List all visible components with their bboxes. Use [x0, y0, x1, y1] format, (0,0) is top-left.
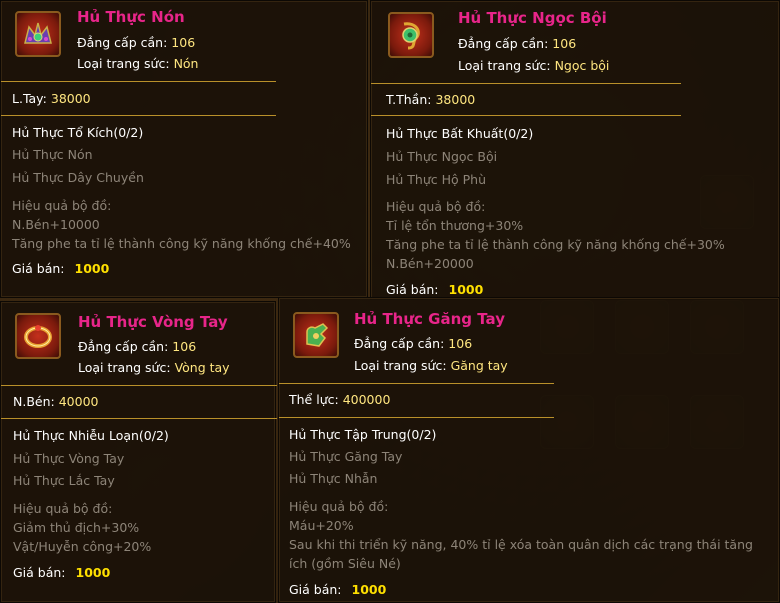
- glove-icon: [293, 312, 339, 358]
- set-effects-label: Hiệu quả bộ đồ:: [13, 501, 113, 516]
- divider: [1, 385, 277, 386]
- sell-price: Giá bán: 1000: [386, 282, 483, 297]
- level-label: Đẳng cấp cần:: [458, 36, 549, 51]
- stat-value: 40000: [58, 394, 99, 409]
- set-name: Hủ Thực Bất Khuất(0/2): [386, 126, 534, 141]
- set-item: Hủ Thực Ngọc Bội: [386, 149, 498, 164]
- type-value: Ngọc bội: [554, 58, 610, 73]
- level-value: 106: [552, 36, 577, 51]
- set-item: Hủ Thực Nhẫn: [289, 471, 378, 486]
- price-label: Giá bán:: [289, 582, 342, 597]
- price-value: 1000: [448, 282, 484, 297]
- level-value: 106: [171, 35, 196, 50]
- level-label: Đẳng cấp cần:: [354, 336, 445, 351]
- stat-line: N.Bén: 40000: [13, 394, 99, 409]
- stat-line: Thể lực: 400000: [289, 392, 390, 407]
- item-name: Hủ Thực Găng Tay: [354, 310, 505, 328]
- set-effect: Tăng phe ta tỉ lệ thành công kỹ năng khố…: [386, 237, 725, 252]
- divider: [1, 115, 276, 116]
- price-value: 1000: [351, 582, 387, 597]
- stat-value: 38000: [435, 92, 476, 107]
- price-label: Giá bán:: [12, 261, 65, 276]
- stat-value: 38000: [50, 91, 91, 106]
- type-label: Loại trang sức:: [77, 56, 170, 71]
- stat-line: T.Thần: 38000: [386, 92, 475, 107]
- type-value: Vòng tay: [174, 360, 230, 375]
- price-label: Giá bán:: [13, 565, 66, 580]
- jewelry-type: Loại trang sức: Vòng tay: [78, 360, 230, 375]
- level-requirement: Đẳng cấp cần: 106: [458, 36, 576, 51]
- set-effects-label: Hiệu quả bộ đồ:: [289, 499, 389, 514]
- divider: [1, 81, 276, 82]
- set-effects-label: Hiệu quả bộ đồ:: [12, 198, 112, 213]
- stat-label: T.Thần:: [386, 92, 432, 107]
- item-name: Hủ Thực Nón: [77, 8, 185, 26]
- type-value: Găng tay: [450, 358, 508, 373]
- set-name: Hủ Thực Nhiễu Loạn(0/2): [13, 428, 169, 443]
- gem-crown-icon: [15, 11, 61, 57]
- divider: [371, 115, 681, 116]
- set-effect: Sau khi thi triển kỹ năng, 40% tỉ lệ xóa…: [289, 537, 753, 552]
- level-value: 106: [172, 339, 197, 354]
- jewelry-type: Loại trang sức: Găng tay: [354, 358, 508, 373]
- set-effect: N.Bén+20000: [386, 256, 474, 271]
- stat-label: Thể lực:: [289, 392, 339, 407]
- item-tooltip-non: Hủ Thực Nón Đẳng cấp cần: 106 Loại trang …: [0, 0, 368, 298]
- divider: [279, 383, 554, 384]
- jade-pendant-icon: [388, 12, 434, 58]
- set-effect: Tỉ lệ tổn thương+30%: [386, 218, 524, 233]
- set-effect: ích (gồm Siêu Né): [289, 556, 401, 571]
- divider: [371, 83, 681, 84]
- price-value: 1000: [75, 565, 111, 580]
- set-effects-label: Hiệu quả bộ đồ:: [386, 199, 486, 214]
- set-effect: Tăng phe ta tỉ lệ thành công kỹ năng khố…: [12, 236, 351, 251]
- set-name: Hủ Thực Tổ Kích(0/2): [12, 125, 144, 140]
- set-item: Hủ Thực Găng Tay: [289, 449, 403, 464]
- level-requirement: Đẳng cấp cần: 106: [78, 339, 196, 354]
- level-requirement: Đẳng cấp cần: 106: [354, 336, 472, 351]
- set-name: Hủ Thực Tập Trung(0/2): [289, 427, 437, 442]
- set-item: Hủ Thực Dây Chuyền: [12, 170, 144, 185]
- stat-label: N.Bén:: [13, 394, 55, 409]
- sell-price: Giá bán: 1000: [12, 261, 109, 276]
- stat-value: 400000: [342, 392, 391, 407]
- jewelry-type: Loại trang sức: Ngọc bội: [458, 58, 609, 73]
- level-label: Đẳng cấp cần:: [78, 339, 169, 354]
- item-tooltip-gang-tay: Hủ Thực Găng Tay Đẳng cấp cần: 106 Loại t…: [278, 297, 780, 603]
- set-item: Hủ Thực Hộ Phù: [386, 172, 487, 187]
- set-effect: Máu+20%: [289, 518, 354, 533]
- bracelet-icon: [15, 313, 61, 359]
- item-tooltip-vong-tay: Hủ Thực Vòng Tay Đẳng cấp cần: 106 Loại t…: [0, 301, 277, 603]
- price-value: 1000: [74, 261, 110, 276]
- set-item: Hủ Thực Nón: [12, 147, 93, 162]
- item-name: Hủ Thực Ngọc Bội: [458, 9, 607, 27]
- level-value: 106: [448, 336, 473, 351]
- divider: [279, 417, 554, 418]
- set-item: Hủ Thực Vòng Tay: [13, 451, 125, 466]
- item-name: Hủ Thực Vòng Tay: [78, 313, 228, 331]
- set-effect: Vật/Huyễn công+20%: [13, 539, 152, 554]
- sell-price: Giá bán: 1000: [13, 565, 110, 580]
- stat-label: L.Tay:: [12, 91, 47, 106]
- set-effect: Giảm thủ địch+30%: [13, 520, 140, 535]
- jewelry-type: Loại trang sức: Nón: [77, 56, 198, 71]
- set-item: Hủ Thực Lắc Tay: [13, 473, 115, 488]
- set-effect: N.Bén+10000: [12, 217, 100, 232]
- type-label: Loại trang sức:: [78, 360, 171, 375]
- type-value: Nón: [173, 56, 199, 71]
- type-label: Loại trang sức:: [354, 358, 447, 373]
- type-label: Loại trang sức:: [458, 58, 551, 73]
- stat-line: L.Tay: 38000: [12, 91, 91, 106]
- price-label: Giá bán:: [386, 282, 439, 297]
- sell-price: Giá bán: 1000: [289, 582, 386, 597]
- level-label: Đẳng cấp cần:: [77, 35, 168, 50]
- level-requirement: Đẳng cấp cần: 106: [77, 35, 195, 50]
- divider: [1, 418, 277, 419]
- item-tooltip-ngoc-boi: Hủ Thực Ngọc Bội Đẳng cấp cần: 106 Loại t…: [370, 0, 780, 300]
